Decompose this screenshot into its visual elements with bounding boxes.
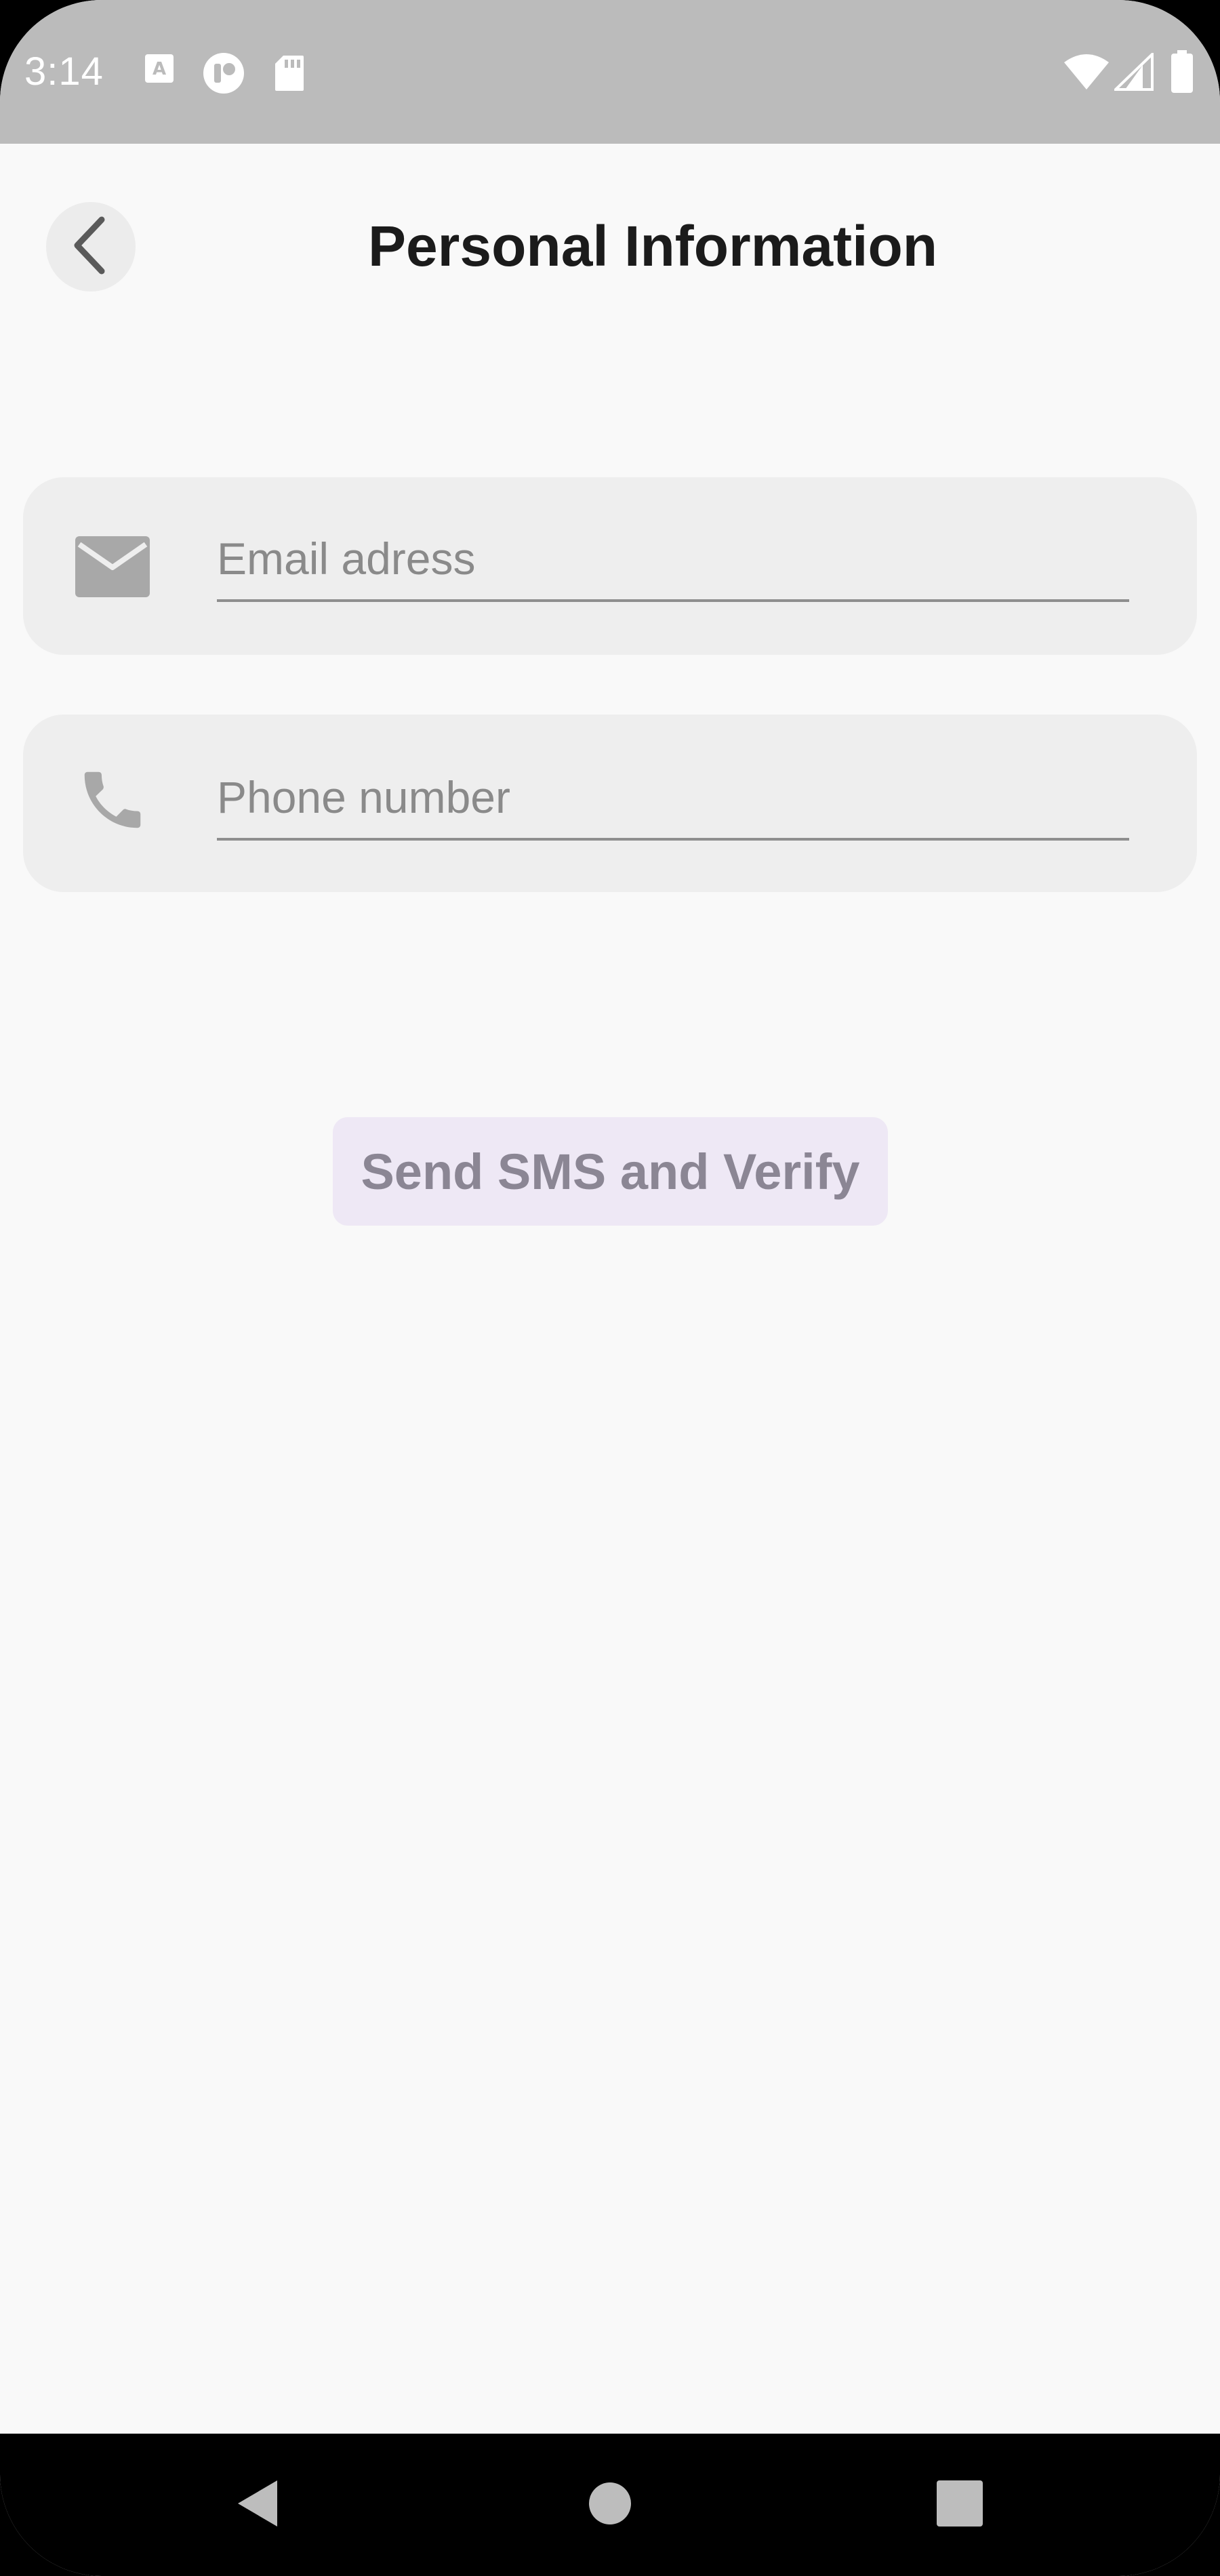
mail-icon (72, 526, 153, 607)
nav-recents-button[interactable] (919, 2434, 1000, 2576)
svg-text:A: A (152, 59, 166, 79)
send-sms-verify-button[interactable]: Send SMS and Verify (333, 1117, 888, 1226)
navigation-bar (0, 2434, 1220, 2576)
status-bar: 3:14 A (0, 0, 1220, 144)
recents-square-icon (937, 2480, 983, 2530)
sd-card-icon (274, 54, 305, 96)
app-notification-icon (202, 52, 245, 98)
email-input[interactable] (217, 518, 1129, 602)
phone-input[interactable] (217, 757, 1129, 841)
back-triangle-icon (235, 2478, 280, 2533)
page-title: Personal Information (367, 214, 938, 278)
nav-back-button[interactable] (217, 2434, 298, 2576)
app-screen: 3:14 A Personal Information Email adress… (0, 0, 1220, 2576)
phone-field-card (23, 715, 1197, 892)
phone-icon (72, 759, 153, 841)
nav-home-button[interactable] (569, 2434, 651, 2576)
email-field-card (23, 477, 1197, 655)
status-time: 3:14 (24, 49, 104, 94)
home-circle-icon (588, 2481, 632, 2529)
signal-icon (1112, 51, 1154, 94)
wifi-icon (1063, 53, 1110, 94)
battery-icon (1170, 50, 1194, 97)
keyboard-a-icon: A (144, 53, 175, 87)
